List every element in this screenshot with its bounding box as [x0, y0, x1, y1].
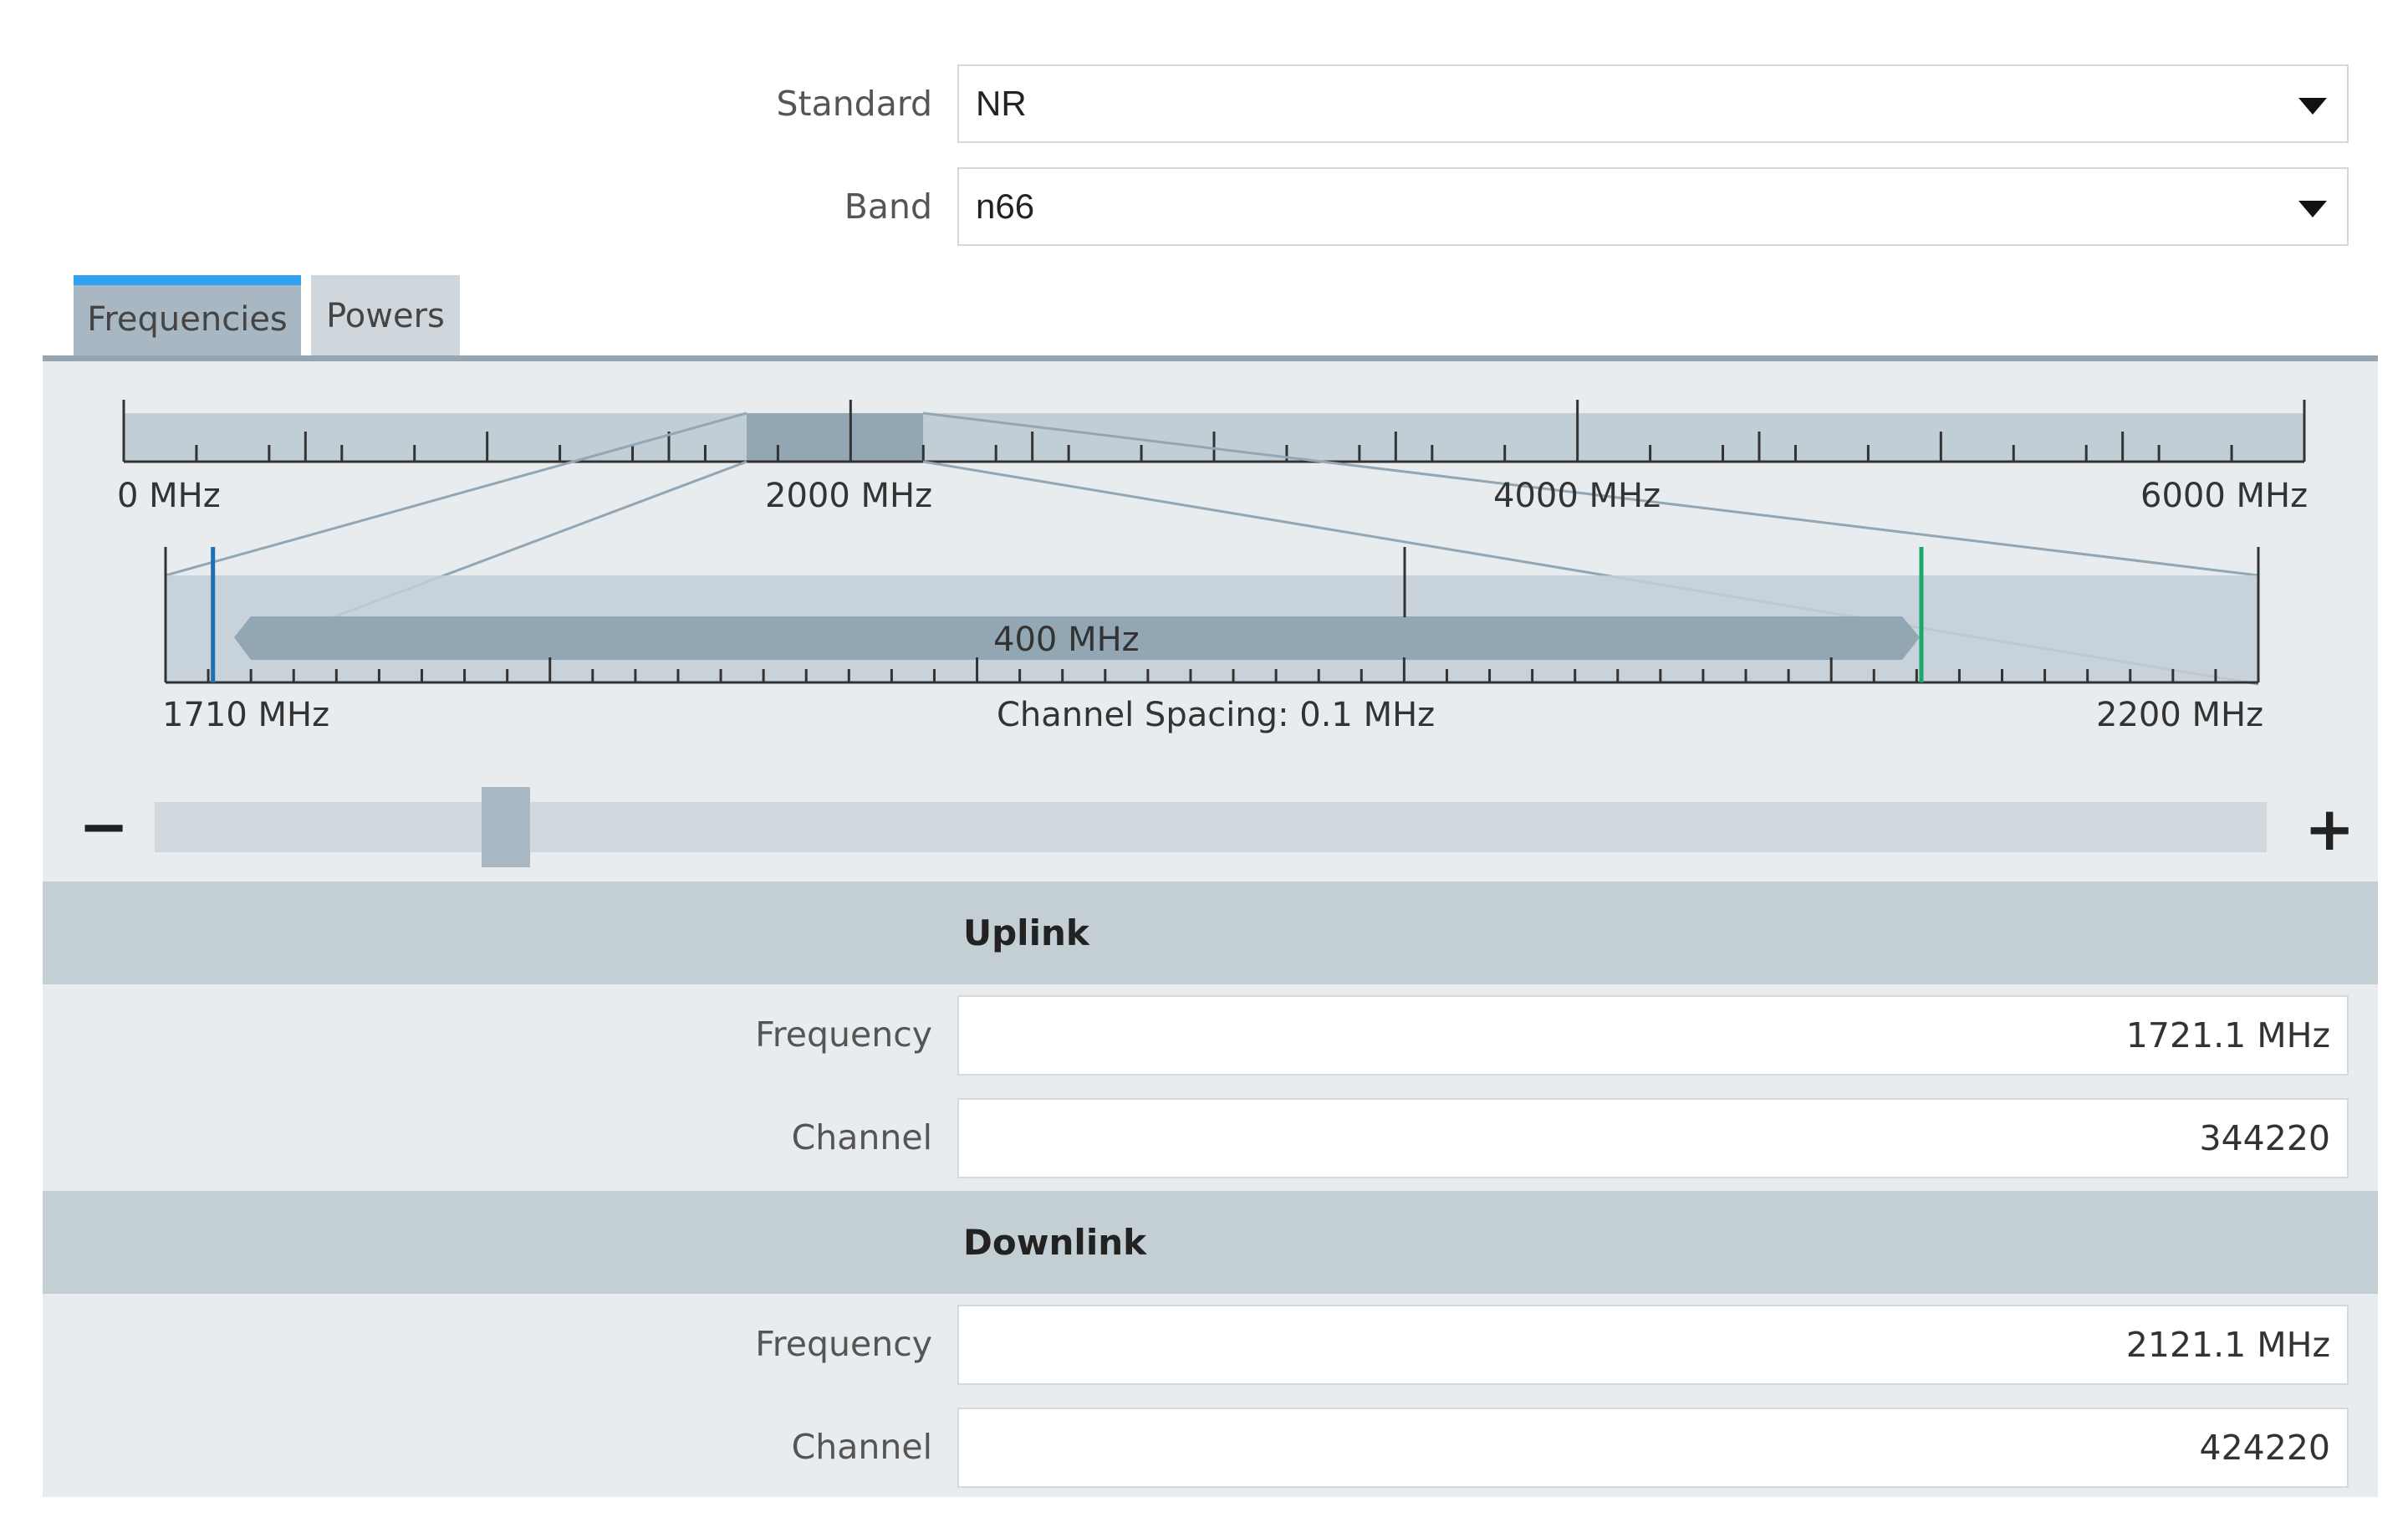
zoom-in-button[interactable]: +: [2304, 799, 2354, 859]
axis-label-0: 0 MHz: [117, 477, 221, 515]
axis-label-6000: 6000 MHz: [2140, 477, 2309, 515]
band-end-label: 2200 MHz: [2096, 696, 2264, 734]
zoom-out-button[interactable]: −: [79, 796, 129, 856]
band-start-label: 1710 MHz: [162, 696, 330, 734]
downlink-frequency-label: Frequency: [755, 1324, 932, 1364]
frequency-ruler[interactable]: [0, 0, 2408, 753]
zoom-slider-track[interactable]: [155, 802, 2267, 852]
span-label: 400 MHz: [993, 621, 1140, 659]
uplink-frequency-label: Frequency: [755, 1014, 932, 1055]
uplink-channel-label: Channel: [791, 1117, 932, 1157]
downlink-frequency-field[interactable]: 2121.1 MHz: [957, 1305, 2349, 1385]
uplink-channel-field[interactable]: 344220: [957, 1098, 2349, 1178]
axis-label-2000: 2000 MHz: [765, 477, 933, 515]
zoom-slider-thumb[interactable]: [482, 787, 530, 867]
axis-label-4000: 4000 MHz: [1493, 477, 1661, 515]
downlink-channel-field[interactable]: 424220: [957, 1408, 2349, 1488]
downlink-title: Downlink: [963, 1222, 1147, 1263]
downlink-channel-label: Channel: [791, 1427, 932, 1467]
channel-spacing-label: Channel Spacing: 0.1 MHz: [997, 696, 1436, 734]
uplink-title: Uplink: [963, 912, 1089, 953]
downlink-header: Downlink: [43, 1191, 2378, 1294]
uplink-header: Uplink: [43, 881, 2378, 984]
overview-selection: [747, 413, 923, 462]
uplink-frequency-field[interactable]: 1721.1 MHz: [957, 995, 2349, 1076]
